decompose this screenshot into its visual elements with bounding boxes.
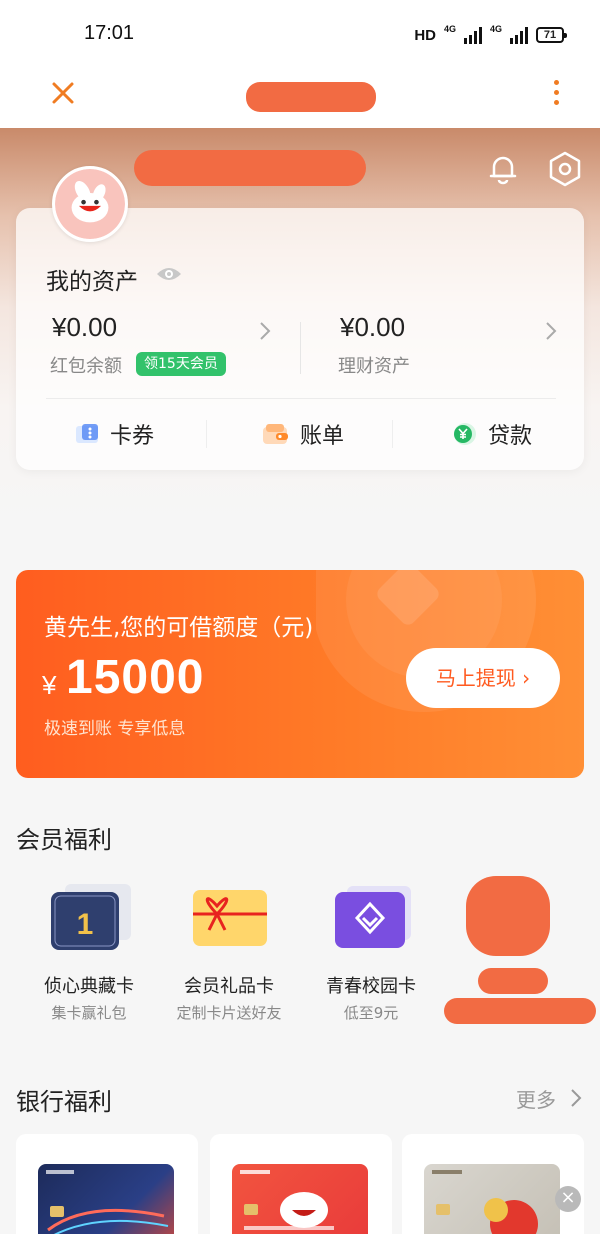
- festive-card-art-icon: [432, 1170, 538, 1234]
- bank-card-item[interactable]: [16, 1134, 198, 1234]
- loan-promo-card[interactable]: 黄先生,您的可借额度（元) ¥ 15000 极速到账 专享低息 马上提现 ›: [16, 570, 584, 778]
- tool-label: 卡券: [110, 424, 155, 449]
- chevron-right-icon[interactable]: [258, 320, 272, 342]
- perk-name: 侦心典藏卡: [44, 976, 134, 997]
- hd-indicator: HD: [414, 26, 436, 44]
- tool-label: 贷款: [488, 424, 533, 449]
- bank-card-image: [232, 1164, 368, 1234]
- chevron-right-icon[interactable]: [570, 1088, 582, 1108]
- more-link[interactable]: 更多: [516, 1084, 556, 1113]
- more-menu-icon[interactable]: [552, 80, 560, 108]
- bank-card-image: [424, 1164, 560, 1234]
- gift-card-icon: [183, 880, 275, 954]
- settings-icon[interactable]: [546, 150, 584, 188]
- eye-icon[interactable]: [155, 264, 183, 284]
- perk-item[interactable]: 会员礼品卡 定制卡片送好友: [164, 880, 294, 1023]
- svg-text:1: 1: [77, 908, 94, 941]
- coupon-icon: [76, 424, 98, 443]
- chevron-right-icon[interactable]: [544, 320, 558, 342]
- member-perks-title: 会员福利: [16, 826, 112, 854]
- campus-card-icon: [325, 880, 417, 954]
- tool-label: 账单: [300, 424, 345, 449]
- redacted-username: [134, 150, 366, 186]
- close-icon[interactable]: [50, 80, 76, 106]
- redacted-perk: [444, 998, 596, 1024]
- perk-name: 青春校园卡: [326, 976, 416, 997]
- divider: [46, 398, 556, 399]
- top-nav: [0, 68, 600, 128]
- perk-subtitle: 集卡赢礼包: [51, 1004, 127, 1022]
- bank-card-item[interactable]: [402, 1134, 584, 1234]
- perk-subtitle: 低至9元: [343, 1004, 399, 1022]
- mascot-avatar-icon: [55, 169, 125, 239]
- perk-subtitle: 定制卡片送好友: [176, 1004, 282, 1022]
- wallet-icon: [263, 424, 288, 444]
- loan-title: 黄先生,您的可借额度（元): [44, 615, 314, 641]
- loan-yen-icon: [454, 423, 476, 445]
- status-bar: 17:01 HD 4G 4G 71: [0, 0, 600, 68]
- perk-item[interactable]: 青春校园卡 低至9元: [306, 880, 436, 1023]
- signal-icon-2: 4G: [490, 24, 528, 44]
- member-badge[interactable]: 领15天会员: [136, 352, 226, 376]
- withdraw-now-button[interactable]: 马上提现 ›: [406, 648, 560, 708]
- mascot-card-art-icon: [240, 1170, 334, 1230]
- bell-icon[interactable]: [486, 152, 520, 186]
- tool-coupons[interactable]: 卡券: [74, 418, 154, 450]
- battery-icon: 71: [536, 27, 567, 43]
- red-packet-label: 红包余额: [50, 356, 122, 377]
- redacted-title: [246, 82, 376, 112]
- close-ad-icon[interactable]: ×: [555, 1186, 581, 1212]
- bank-perks-title: 银行福利: [16, 1088, 112, 1116]
- car-card-art-icon: [46, 1170, 169, 1234]
- divider: [206, 420, 207, 448]
- status-time: 17:01: [84, 22, 135, 44]
- red-packet-amount[interactable]: ¥0.00: [52, 312, 117, 343]
- loan-currency: ¥: [42, 670, 57, 700]
- avatar[interactable]: [52, 166, 128, 242]
- signal-icon: 4G: [444, 24, 482, 44]
- tool-bills[interactable]: 账单: [262, 418, 344, 450]
- wealth-label: 理财资产: [338, 356, 410, 377]
- loan-subtitle: 极速到账 专享低息: [44, 719, 186, 739]
- perk-name: 会员礼品卡: [184, 976, 274, 997]
- status-indicators: HD 4G 4G 71: [414, 24, 567, 46]
- collector-card-icon: 1: [43, 880, 135, 954]
- divider: [392, 420, 393, 448]
- perk-item[interactable]: 1 侦心典藏卡 集卡赢礼包: [24, 880, 154, 1023]
- assets-title: 我的资产: [46, 269, 138, 295]
- bank-card-image: [38, 1164, 174, 1234]
- tool-loans[interactable]: 贷款: [452, 418, 532, 450]
- loan-amount: 15000: [66, 651, 205, 704]
- bank-card-item[interactable]: [210, 1134, 392, 1234]
- wealth-amount[interactable]: ¥0.00: [340, 312, 405, 343]
- divider: [300, 322, 301, 374]
- redacted-perk: [478, 968, 548, 994]
- redacted-perk: [466, 876, 550, 956]
